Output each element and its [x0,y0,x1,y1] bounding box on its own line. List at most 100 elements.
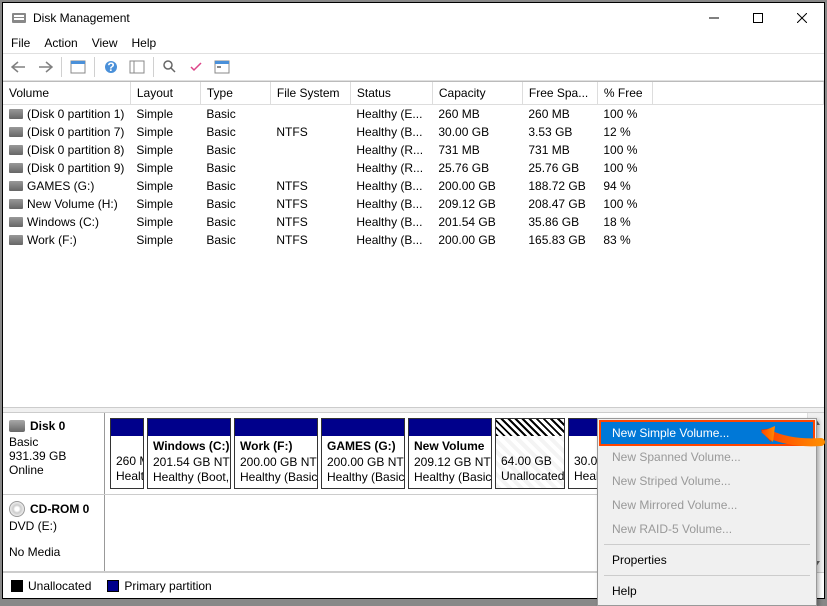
cell-free: 188.72 GB [522,177,597,195]
table-row[interactable]: New Volume (H:)SimpleBasicNTFSHealthy (B… [3,195,824,213]
disk-management-window: Disk Management File Action View Help ? … [2,2,825,599]
menu-help[interactable]: Help [132,36,157,50]
cell-layout: Simple [130,159,200,177]
cell-pct: 83 % [597,231,652,249]
cell-fs: NTFS [270,231,350,249]
volume-icon [9,163,23,173]
ctx-new-mirrored-volume: New Mirrored Volume... [600,493,814,517]
cd-icon [9,501,25,517]
volume-name: GAMES (G:) [27,179,94,193]
cell-status: Healthy (E... [350,104,432,123]
partition-size: 64.00 GB [501,454,552,468]
separator-icon [604,544,810,545]
ctx-new-raid5-volume: New RAID-5 Volume... [600,517,814,541]
menu-bar: File Action View Help [3,33,824,53]
cell-pct: 12 % [597,123,652,141]
cell-pct: 100 % [597,159,652,177]
menu-file[interactable]: File [11,36,30,50]
table-row[interactable]: GAMES (G:)SimpleBasicNTFSHealthy (B...20… [3,177,824,195]
window-title: Disk Management [33,11,692,25]
cell-type: Basic [200,104,270,123]
table-row[interactable]: Windows (C:)SimpleBasicNTFSHealthy (B...… [3,213,824,231]
cell-type: Basic [200,159,270,177]
check-button[interactable] [184,56,208,78]
disk-type: Basic [9,435,98,449]
col-freespace[interactable]: Free Spa... [522,82,597,104]
ctx-properties[interactable]: Properties [600,548,814,572]
cell-fs [270,104,350,123]
table-row[interactable]: Work (F:)SimpleBasicNTFSHealthy (B...200… [3,231,824,249]
col-pctfree[interactable]: % Free [597,82,652,104]
disk-label[interactable]: Disk 0 Basic 931.39 GB Online [3,413,105,494]
annotation-arrow-icon [761,424,827,448]
cell-type: Basic [200,177,270,195]
partition-header [148,419,230,436]
partition-header [235,419,317,436]
cell-capacity: 200.00 GB [432,231,522,249]
show-hide-tree-button[interactable] [66,56,90,78]
partition[interactable]: 260 MHealt [110,418,144,489]
menu-action[interactable]: Action [44,36,77,50]
volume-icon [9,235,23,245]
partition[interactable]: New Volume209.12 GB NTFHealthy (Basic [408,418,492,489]
cell-free: 25.76 GB [522,159,597,177]
rescan-button[interactable] [158,56,182,78]
cell-pct: 100 % [597,104,652,123]
cell-free: 731 MB [522,141,597,159]
partition-status: Healthy (Basic [240,470,317,484]
forward-button[interactable] [33,56,57,78]
table-row[interactable]: (Disk 0 partition 9)SimpleBasicHealthy (… [3,159,824,177]
col-type[interactable]: Type [200,82,270,104]
table-row[interactable]: (Disk 0 partition 8)SimpleBasicHealthy (… [3,141,824,159]
col-status[interactable]: Status [350,82,432,104]
swatch-primary [107,580,119,592]
settings-button[interactable] [210,56,234,78]
partition[interactable]: GAMES (G:)200.00 GB NTFHealthy (Basic [321,418,405,489]
partition-header [111,419,143,436]
help-button[interactable]: ? [99,56,123,78]
maximize-button[interactable] [736,3,780,33]
ctx-help[interactable]: Help [600,579,814,603]
partition-unallocated[interactable]: 64.00 GBUnallocated [495,418,565,489]
partition-title: GAMES (G:) [327,439,396,453]
partition-title: Windows (C:) [153,439,230,453]
cell-free: 35.86 GB [522,213,597,231]
partition[interactable]: Windows (C:)201.54 GB NTFHealthy (Boot, [147,418,231,489]
col-layout[interactable]: Layout [130,82,200,104]
cell-layout: Simple [130,123,200,141]
legend-primary: Primary partition [107,579,211,593]
cell-status: Healthy (B... [350,177,432,195]
partition-header [409,419,491,436]
close-button[interactable] [780,3,824,33]
cell-status: Healthy (B... [350,231,432,249]
cell-pct: 94 % [597,177,652,195]
cell-capacity: 30.00 GB [432,123,522,141]
back-button[interactable] [7,56,31,78]
partition-size: 209.12 GB NTF [414,455,491,469]
cell-type: Basic [200,123,270,141]
cell-layout: Simple [130,141,200,159]
disk-status: Online [9,463,98,477]
cell-fs [270,159,350,177]
cell-status: Healthy (R... [350,141,432,159]
partition-body: Work (F:)200.00 GB NTFHealthy (Basic [235,436,317,488]
ctx-new-spanned-volume: New Spanned Volume... [600,445,814,469]
col-capacity[interactable]: Capacity [432,82,522,104]
col-filesystem[interactable]: File System [270,82,350,104]
cell-fs: NTFS [270,123,350,141]
cell-free: 165.83 GB [522,231,597,249]
menu-view[interactable]: View [92,36,118,50]
partition[interactable]: Work (F:)200.00 GB NTFHealthy (Basic [234,418,318,489]
cdrom-label[interactable]: CD-ROM 0 DVD (E:) No Media [3,495,105,571]
partition-header [322,419,404,436]
cell-status: Healthy (B... [350,195,432,213]
table-row[interactable]: (Disk 0 partition 1)SimpleBasicHealthy (… [3,104,824,123]
volume-icon [9,145,23,155]
disk-size: 931.39 GB [9,449,98,463]
refresh-button[interactable] [125,56,149,78]
partition-size: 260 M [116,454,143,468]
minimize-button[interactable] [692,3,736,33]
volume-name: (Disk 0 partition 7) [27,125,124,139]
table-row[interactable]: (Disk 0 partition 7)SimpleBasicNTFSHealt… [3,123,824,141]
col-volume[interactable]: Volume [3,82,130,104]
